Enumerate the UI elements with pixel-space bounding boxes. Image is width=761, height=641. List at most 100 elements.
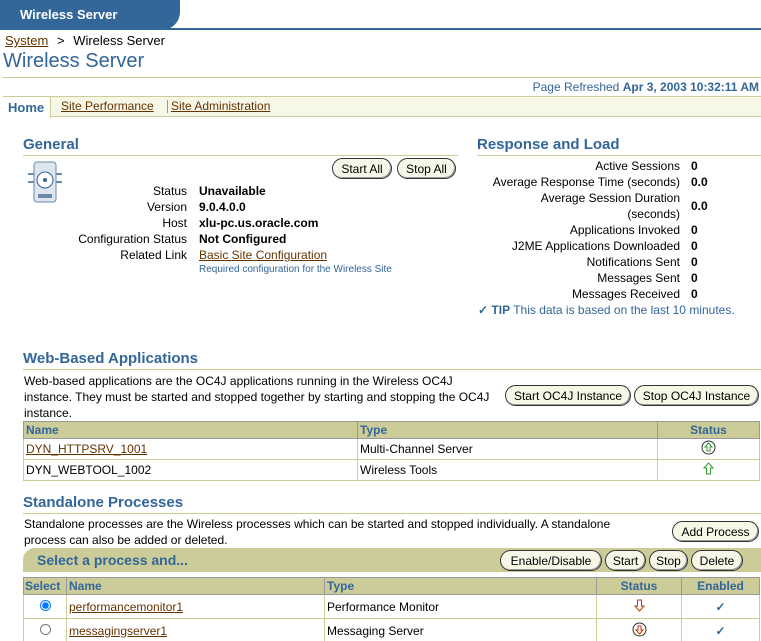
general-label-host: Host [162, 216, 187, 230]
col-type: Type [357, 421, 658, 439]
col-status: Status [657, 421, 760, 439]
process-type: Messaging Server [324, 618, 597, 641]
page-title: Wireless Server [3, 50, 145, 72]
status-up-icon [702, 462, 715, 475]
webapps-header: Web-Based Applications [23, 350, 761, 370]
process-status [596, 594, 682, 619]
start-button[interactable]: Start [605, 550, 646, 571]
resp-label-notif: Notifications Sent [586, 255, 680, 269]
tip: ✓ TIP This data is based on the last 10 … [478, 303, 735, 317]
wireless-server-icon [28, 161, 62, 203]
resp-value-apps-invoked: 0 [691, 223, 698, 237]
resp-label-j2me: J2ME Applications Downloaded [511, 239, 680, 253]
webapps-table: Name Type Status DYN_HTTPSRV_1001 Multi-… [23, 421, 760, 481]
process-header-row: Select Name Type Status Enabled [23, 577, 760, 595]
webapps-desc: Web-based applications are the OC4J appl… [24, 374, 490, 420]
process-table: Select Name Type Status Enabled performa… [23, 577, 760, 641]
general-value-version: 9.0.4.0.0 [199, 200, 246, 214]
general-header: General [23, 136, 458, 156]
general-title: General [23, 136, 79, 153]
app-tab-label: Wireless Server [20, 7, 118, 22]
col-name: Name [23, 421, 358, 439]
resp-label-apps-invoked: Applications Invoked [569, 223, 680, 237]
webapps-title: Web-Based Applications [23, 350, 199, 367]
breadcrumb-system[interactable]: System [5, 33, 48, 48]
status-up-circle-icon[interactable] [701, 440, 716, 455]
general-label-config: Configuration Status [78, 232, 187, 246]
checkmark-icon: ✓ [715, 599, 726, 614]
checkmark-icon: ✓ [478, 303, 489, 317]
standalone-header: Standalone Processes [23, 494, 761, 514]
tip-label: TIP [491, 303, 511, 317]
breadcrumb-current: Wireless Server [73, 33, 165, 48]
table-row: DYN_WEBTOOL_1002 Wireless Tools [23, 459, 760, 481]
table-row: DYN_HTTPSRV_1001 Multi-Channel Server [23, 438, 760, 460]
webapps-header-row: Name Type Status [23, 421, 760, 439]
table-row: messagingserver1 Messaging Server ✓ [23, 618, 760, 641]
resp-label-active: Active Sessions [595, 159, 680, 173]
delete-button[interactable]: Delete [691, 550, 743, 571]
refresh-status: Page Refreshed Apr 3, 2003 10:32:11 AM [533, 80, 759, 94]
resp-label-avg-response: Average Response Time (seconds) [492, 175, 680, 189]
select-radio-performancemonitor[interactable] [39, 599, 51, 611]
process-name: messagingserver1 [66, 618, 325, 641]
webapp-type: Wireless Tools [357, 459, 658, 481]
enable-disable-button[interactable]: Enable/Disable [500, 550, 602, 571]
general-value-host: xlu-pc.us.oracle.com [199, 216, 319, 230]
resp-value-msg-recv: 0 [691, 287, 698, 301]
webapp-link-httpsrv[interactable]: DYN_HTTPSRV_1001 [26, 442, 147, 456]
breadcrumb: System > Wireless Server [5, 33, 165, 48]
col-select: Select [23, 577, 67, 595]
process-name: performancemonitor1 [66, 594, 325, 619]
response-header: Response and Load [477, 136, 761, 156]
resp-value-active: 0 [691, 159, 698, 173]
basic-site-config-link[interactable]: Basic Site Configuration [199, 248, 327, 262]
page-title-bar: Wireless Server [3, 50, 761, 78]
tab-bar: Home Site Performance Site Administratio… [3, 96, 761, 118]
resp-label-avg-session-2: (seconds) [627, 207, 680, 221]
tab-divider [167, 100, 168, 113]
general-label-related: Related Link [120, 248, 187, 262]
select-cell [23, 594, 67, 619]
resp-value-avg-session: 0.0 [691, 199, 708, 213]
checkmark-icon: ✓ [715, 623, 726, 638]
status-down-icon [633, 599, 645, 612]
refresh-value: Apr 3, 2003 10:32:11 AM [622, 80, 759, 94]
webapp-status [657, 459, 760, 481]
refresh-label: Page Refreshed [532, 80, 620, 94]
webapp-name: DYN_HTTPSRV_1001 [23, 438, 358, 460]
select-process-label: Select a process and... [37, 552, 188, 568]
standalone-desc: Standalone processes are the Wireless pr… [24, 517, 611, 547]
webapp-status [657, 438, 760, 460]
status-down-circle-icon[interactable] [632, 622, 647, 637]
tip-text: This data is based on the last 10 minute… [513, 303, 735, 317]
start-all-button[interactable]: Start All [332, 158, 392, 179]
general-value-status: Unavailable [199, 184, 266, 198]
stop-oc4j-button[interactable]: Stop OC4J Instance [634, 385, 759, 406]
select-radio-messagingserver[interactable] [39, 623, 51, 635]
resp-label-avg-session: Average Session Duration [540, 191, 680, 205]
response-title: Response and Load [477, 136, 620, 153]
stop-button[interactable]: Stop [649, 550, 688, 571]
resp-value-notif: 0 [691, 255, 698, 269]
process-link-performancemonitor[interactable]: performancemonitor1 [69, 600, 183, 614]
process-status [596, 618, 682, 641]
process-type: Performance Monitor [324, 594, 597, 619]
tab-home[interactable]: Home [3, 97, 51, 118]
process-enabled: ✓ [681, 618, 760, 641]
col-proc-name: Name [66, 577, 325, 595]
general-value-config: Not Configured [199, 232, 287, 246]
resp-value-msg-sent: 0 [691, 271, 698, 285]
related-note: Required configuration for the Wireless … [199, 264, 392, 275]
process-link-messagingserver[interactable]: messagingserver1 [69, 624, 167, 638]
stop-all-button[interactable]: Stop All [397, 158, 456, 179]
tab-site-administration[interactable]: Site Administration [171, 99, 270, 113]
table-row: performancemonitor1 Performance Monitor … [23, 594, 760, 619]
general-label-version: Version [146, 200, 187, 214]
tab-site-performance[interactable]: Site Performance [61, 99, 154, 113]
start-oc4j-button[interactable]: Start OC4J Instance [505, 385, 631, 406]
general-label-status: Status [152, 184, 187, 198]
resp-value-avg-response: 0.0 [691, 175, 708, 189]
top-banner: Wireless Server [0, 0, 761, 30]
add-process-button[interactable]: Add Process [672, 521, 759, 542]
